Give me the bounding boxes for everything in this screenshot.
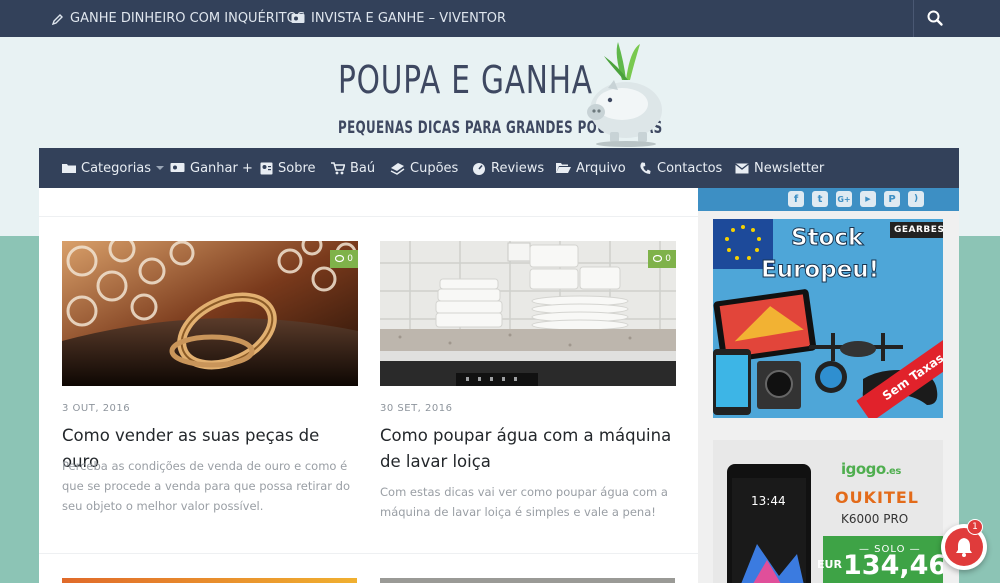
post-thumbnail[interactable]: 0	[62, 241, 358, 386]
nav-item-label: Contactos	[657, 160, 723, 176]
envelope-icon	[735, 162, 749, 173]
facebook-icon[interactable]: f	[788, 191, 804, 207]
ad-price: 134,46	[843, 550, 943, 581]
post-excerpt: Com estas dicas vai ver como poupar água…	[380, 485, 668, 519]
comment-count: 0	[347, 254, 353, 264]
post-excerpt: Perceba as condições de venda de ouro e …	[62, 459, 351, 513]
nav-item-label: Arquivo	[576, 160, 626, 176]
post-thumbnail[interactable]: 0	[380, 241, 676, 386]
ad-shop-tld: .es	[885, 466, 902, 477]
post-date: 3 OUT, 2016	[62, 403, 131, 414]
nav-item-label: Baú	[350, 160, 376, 176]
nav-item-sobre[interactable]: Sobre	[260, 148, 316, 188]
topbar-link-surveys-label: GANHE DINHEIRO COM INQUÉRITOS	[70, 11, 306, 26]
nav-item-label: Ganhar +	[190, 160, 253, 176]
profile-icon	[260, 162, 273, 174]
comment-count-badge[interactable]: 0	[330, 250, 358, 268]
phone-clock: 13:44	[751, 494, 786, 508]
nav-item-label: Newsletter	[754, 160, 825, 176]
nav-item-reviews[interactable]: Reviews	[472, 148, 544, 188]
sidebar: f t G+ ▶ P ) Stock Europeu! GEARBEST Sem…	[698, 188, 959, 583]
topbar-link-surveys[interactable]: GANHE DINHEIRO COM INQUÉRITOS	[52, 0, 305, 37]
nav-item-arquivo[interactable]: Arquivo	[556, 148, 626, 188]
ad-shop-name: igogo	[841, 460, 886, 478]
comment-icon	[335, 255, 345, 263]
post-date: 30 SET, 2016	[380, 403, 453, 414]
money-icon	[291, 13, 305, 23]
gadgets-image	[713, 289, 938, 415]
ad-brand: OUKITEL	[835, 488, 919, 507]
bell-icon	[956, 538, 972, 557]
comment-count-badge[interactable]: 0	[648, 250, 676, 268]
post-card: 0 30 SET, 2016 Como poupar água com a má…	[380, 241, 676, 541]
post-card: 0 3 OUT, 2016 Como vender as suas peças …	[62, 241, 358, 541]
main-nav: Categorias Ganhar + Sobre Baú Cupões Rev…	[39, 148, 959, 188]
twitter-icon[interactable]: t	[812, 191, 828, 207]
nav-item-label: Cupões	[410, 160, 459, 176]
comment-icon	[653, 255, 663, 263]
nav-item-label: Sobre	[278, 160, 316, 176]
nav-item-newsletter[interactable]: Newsletter	[735, 148, 824, 188]
nav-item-contactos[interactable]: Contactos	[639, 148, 722, 188]
notification-count-badge: 1	[967, 519, 983, 535]
ad-currency: EUR	[817, 558, 842, 571]
folder-icon	[62, 164, 76, 173]
topbar-link-viventor[interactable]: INVISTA E GANHE – VIVENTOR	[291, 0, 506, 37]
piggy-bank-icon	[587, 42, 662, 147]
logo-title: POUPA E GANHA	[338, 58, 593, 102]
nav-item-bau[interactable]: Baú	[331, 148, 375, 188]
dishwasher-image	[380, 241, 676, 386]
pencil-icon	[52, 13, 63, 25]
post-title[interactable]: Como poupar água com a máquina de lavar …	[380, 423, 676, 475]
nav-item-cupoes[interactable]: Cupões	[390, 148, 458, 188]
ad-headline: Stock	[790, 225, 864, 252]
next-post-thumbnail-edge	[380, 578, 675, 583]
site-logo[interactable]: POUPA E GANHA PEQUENAS DICAS PARA GRANDE…	[336, 40, 666, 148]
cart-icon	[331, 161, 345, 174]
folder-open-icon	[556, 163, 571, 173]
ad-brand-logo: GEARBEST	[890, 222, 943, 238]
ad-shop-logo: igogo.es	[841, 460, 901, 478]
youtube-icon[interactable]: ▶	[860, 191, 876, 207]
gold-rings-image	[62, 241, 358, 386]
gearbest-banner-ad[interactable]: Stock Europeu! GEARBEST Sem Taxas	[713, 219, 943, 418]
top-bar: GANHE DINHEIRO COM INQUÉRITOS INVISTA E …	[0, 0, 1000, 37]
comment-count: 0	[665, 254, 671, 264]
rss-icon[interactable]: )	[908, 191, 924, 207]
phone-icon	[640, 161, 651, 174]
content-divider	[39, 553, 698, 554]
topbar-link-viventor-label: INVISTA E GANHE – VIVENTOR	[311, 11, 507, 26]
social-links-bar: f t G+ ▶ P )	[698, 188, 959, 211]
content-divider	[39, 216, 698, 217]
ad-headline: Europeu!	[760, 257, 880, 284]
content-area: 0 3 OUT, 2016 Como vender as suas peças …	[39, 188, 698, 583]
nav-item-ganhar[interactable]: Ganhar +	[170, 148, 253, 188]
smartphone-image	[727, 464, 811, 583]
gauge-icon	[473, 162, 485, 175]
nav-item-label: Reviews	[491, 160, 545, 176]
igogo-oukitel-banner-ad[interactable]: 13:44 igogo.es OUKITEL K6000 PRO — SOLO …	[713, 440, 943, 583]
topbar-divider	[913, 0, 914, 37]
next-post-thumbnail-edge	[62, 578, 357, 583]
ad-model: K6000 PRO	[841, 512, 909, 526]
coupon-icon	[390, 162, 405, 175]
notification-bell-button[interactable]: 1	[941, 519, 987, 570]
search-icon[interactable]	[926, 9, 944, 27]
nav-item-label: Categorias	[81, 160, 152, 176]
chevron-down-icon	[156, 166, 165, 170]
nav-item-categorias[interactable]: Categorias	[62, 148, 165, 188]
money-icon	[170, 163, 185, 172]
google-plus-icon[interactable]: G+	[836, 191, 852, 207]
pinterest-icon[interactable]: P	[884, 191, 900, 207]
